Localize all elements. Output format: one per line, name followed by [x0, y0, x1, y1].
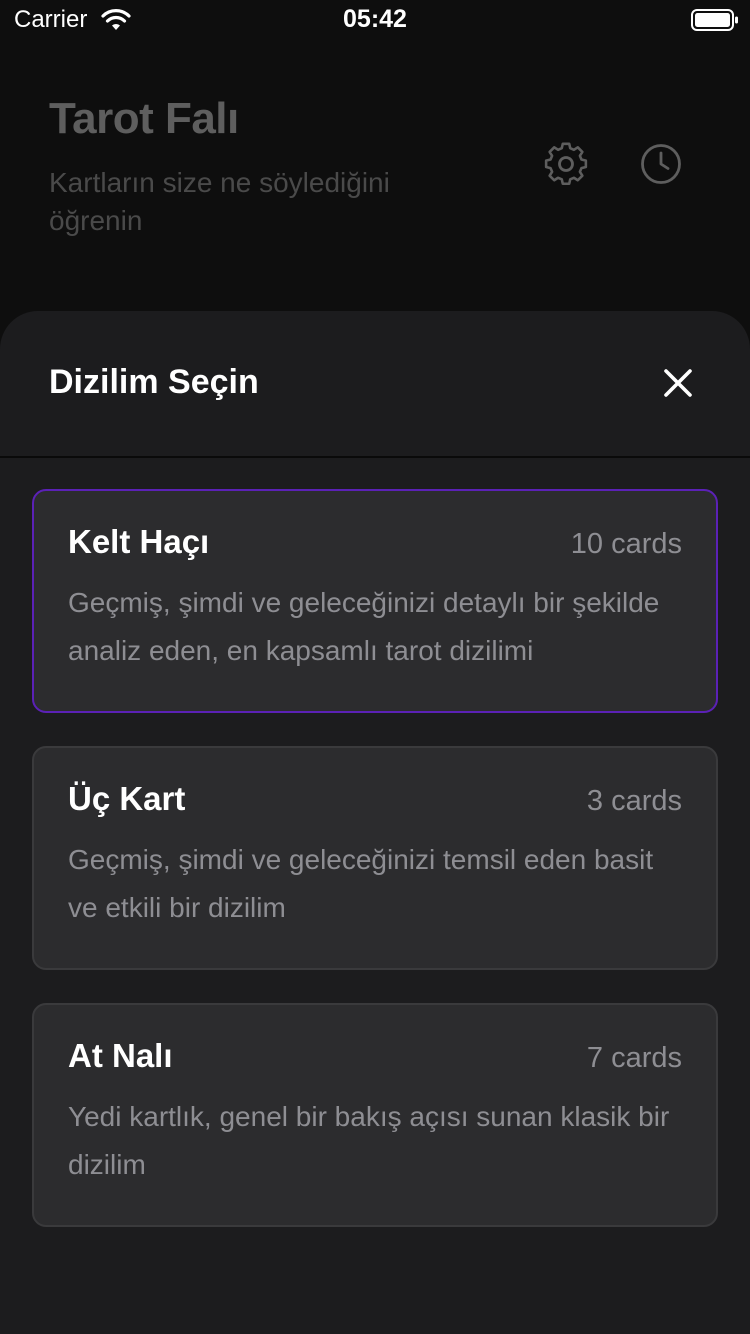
spread-description: Yedi kartlık, genel bir bakış açısı suna… — [68, 1101, 670, 1180]
close-icon — [664, 369, 692, 397]
spread-list: Kelt Haçı 10 cards Geçmiş, şimdi ve gele… — [32, 489, 718, 1260]
spread-card-count: 7 cards — [586, 1042, 682, 1074]
spread-description: Geçmiş, şimdi ve geleceğinizi temsil ede… — [68, 844, 654, 923]
spread-description: Geçmiş, şimdi ve geleceğinizi detaylı bi… — [68, 587, 660, 666]
sheet-title: Dizilim Seçin — [49, 363, 259, 401]
spread-option-uc-kart[interactable]: Üç Kart 3 cards Geçmiş, şimdi ve geleceğ… — [32, 746, 718, 970]
sheet-header: Dizilim Seçin — [0, 311, 750, 458]
page-subtitle: Kartların size ne söylediğini öğrenin — [49, 167, 390, 236]
settings-icon[interactable] — [543, 141, 589, 187]
spread-card-count: 10 cards — [570, 528, 682, 560]
spread-picker-sheet: Dizilim Seçin Kelt Haçı 10 cards Geçmiş,… — [0, 311, 750, 1334]
page-title: Tarot Falı — [49, 94, 239, 143]
background-page: Tarot Falı Kartların size ne söylediğini… — [0, 0, 750, 320]
spread-name: At Nalı — [68, 1037, 173, 1074]
spread-name: Kelt Haçı — [68, 523, 210, 560]
spread-option-at-nali[interactable]: At Nalı 7 cards Yedi kartlık, genel bir … — [32, 1003, 718, 1227]
spread-option-kelt-haci[interactable]: Kelt Haçı 10 cards Geçmiş, şimdi ve gele… — [32, 489, 718, 713]
close-button[interactable] — [654, 359, 702, 407]
spread-name: Üç Kart — [68, 780, 186, 817]
history-icon[interactable] — [638, 141, 684, 187]
spread-card-count: 3 cards — [586, 785, 682, 817]
